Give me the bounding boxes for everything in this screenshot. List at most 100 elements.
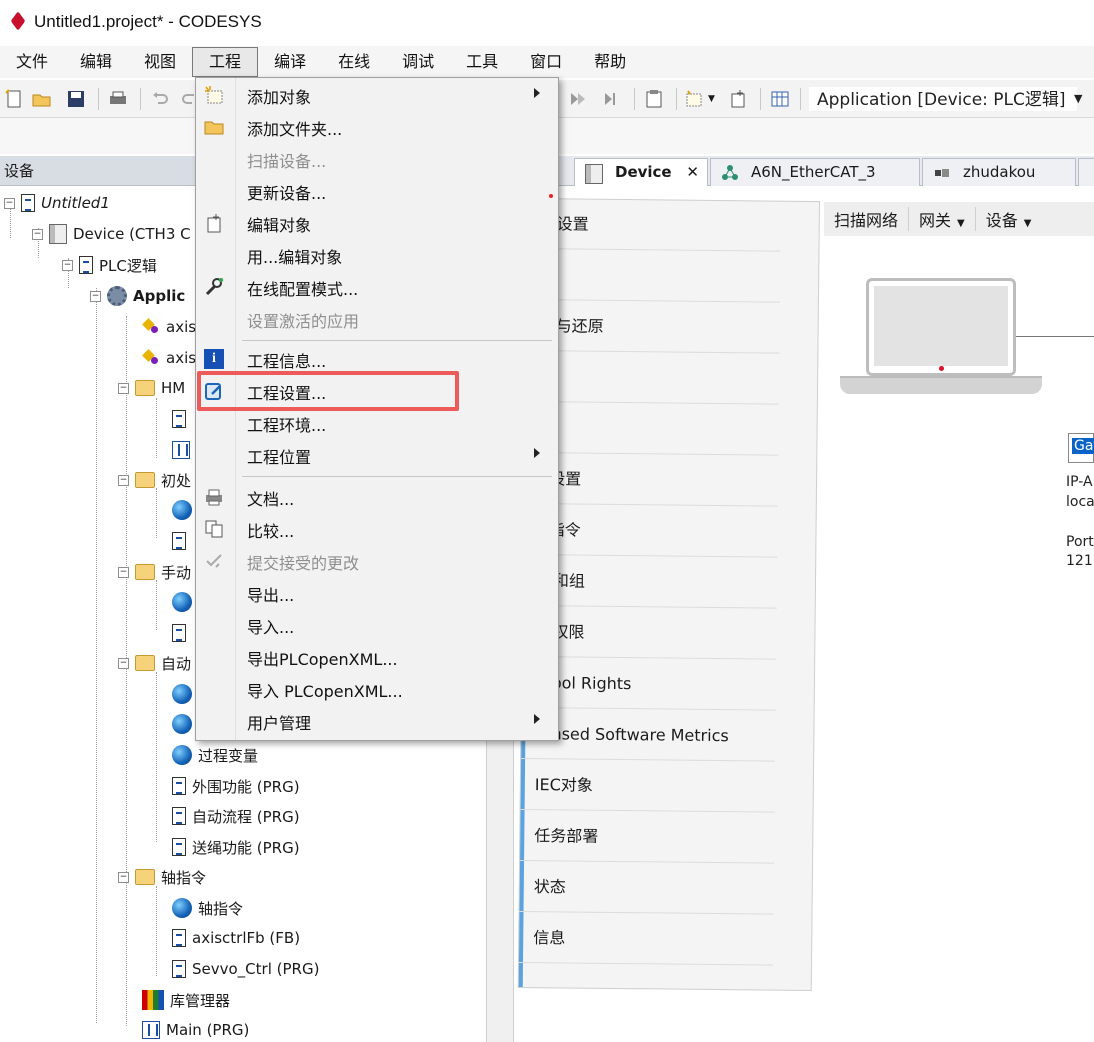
- tab-device[interactable]: Device ✕: [574, 158, 708, 186]
- close-icon[interactable]: ✕: [686, 159, 699, 185]
- menu-item-edit-object-with[interactable]: 用...编辑对象: [196, 240, 558, 270]
- collapse-icon[interactable]: −: [90, 290, 101, 302]
- scan-network-button[interactable]: 扫描网络: [824, 207, 910, 231]
- menu-edit[interactable]: 编辑: [64, 47, 128, 77]
- settings-item[interactable]: 件: [524, 352, 780, 405]
- menu-help[interactable]: 帮助: [578, 47, 642, 77]
- tree-node-axis[interactable]: axis: [142, 313, 196, 341]
- settings-item[interactable]: 问权限: [522, 606, 777, 660]
- tree-node-pou[interactable]: 送绳功能 (PRG): [172, 833, 300, 861]
- settings-item[interactable]: 任务部署: [520, 810, 775, 864]
- settings-item[interactable]: C指令: [523, 504, 778, 558]
- menu-item-add-folder[interactable]: 添加文件夹...: [196, 112, 558, 142]
- tree-node-main[interactable]: Main (PRG): [142, 1016, 249, 1042]
- menu-view[interactable]: 视图: [128, 47, 192, 77]
- open-folder-icon[interactable]: [32, 89, 52, 109]
- settings-item[interactable]: 志: [524, 402, 779, 456]
- tab-overflow[interactable]: [1078, 158, 1094, 186]
- settings-item[interactable]: 份与还原: [525, 301, 780, 354]
- collapse-icon[interactable]: −: [118, 474, 129, 486]
- tab-a6n-ethercat[interactable]: A6N_EtherCAT_3: [710, 158, 920, 186]
- tree-node-pou[interactable]: Sevvo_Ctrl (PRG): [172, 955, 319, 983]
- menu-item-export[interactable]: 导出...: [196, 578, 558, 608]
- gateway-dropdown[interactable]: 网关 ▼: [909, 207, 976, 231]
- breakpoint-icon[interactable]: [568, 89, 588, 109]
- menu-debug[interactable]: 调试: [386, 47, 450, 77]
- active-application-select[interactable]: Application [Device: PLC逻辑]: [808, 86, 1078, 112]
- new-file-icon[interactable]: [4, 89, 24, 109]
- chevron-down-icon[interactable]: ▼: [708, 94, 715, 104]
- settings-item[interactable]: 用: [525, 250, 781, 303]
- tree-node-folder-auto[interactable]: − 自动: [118, 649, 191, 677]
- tree-node-pou[interactable]: 自动流程 (PRG): [172, 802, 300, 830]
- settings-item[interactable]: 状态: [519, 861, 775, 915]
- menu-project[interactable]: 工程: [192, 47, 259, 77]
- menu-file[interactable]: 文件: [0, 47, 64, 77]
- collapse-icon[interactable]: −: [62, 259, 73, 271]
- settings-item[interactable]: 信息: [518, 912, 774, 966]
- gateway-name-field[interactable]: Gat: [1068, 433, 1094, 463]
- tree-node-pou[interactable]: [172, 405, 192, 433]
- collapse-icon[interactable]: −: [4, 197, 15, 209]
- tree-node-gvl[interactable]: 轴指令: [172, 894, 243, 922]
- grid-icon[interactable]: [770, 89, 790, 109]
- menu-item-project-location[interactable]: 工程位置: [196, 440, 558, 470]
- menu-tools[interactable]: 工具: [450, 47, 514, 77]
- step-icon[interactable]: [602, 89, 622, 109]
- menu-item-update-device[interactable]: 更新设备...: [196, 176, 558, 206]
- chevron-down-icon[interactable]: ▼: [1074, 92, 1082, 105]
- menu-item-documentation[interactable]: 文档...: [196, 482, 558, 512]
- menu-online[interactable]: 在线: [322, 47, 386, 77]
- undo-icon[interactable]: [150, 89, 170, 109]
- settings-item[interactable]: mbol Rights: [521, 657, 777, 711]
- menu-item-export-plcopenxml[interactable]: 导出PLCopenXML...: [196, 642, 558, 672]
- menu-item-project-environment[interactable]: 工程环境...: [196, 408, 558, 438]
- menu-item-import[interactable]: 导入...: [196, 610, 558, 640]
- print-icon[interactable]: [108, 89, 128, 109]
- menu-item-import-plcopenxml[interactable]: 导入 PLCopenXML...: [196, 674, 558, 704]
- tree-node-pou[interactable]: [172, 527, 192, 555]
- tree-node-folder-init[interactable]: − 初处: [118, 466, 191, 494]
- settings-item[interactable]: C设置: [523, 453, 779, 507]
- tree-node-folder-hm[interactable]: − HM: [118, 374, 185, 402]
- settings-item[interactable]: IEC对象: [520, 759, 776, 813]
- tree-node-gvl[interactable]: 过程变量: [172, 741, 258, 769]
- menu-item-scan-devices[interactable]: 扫描设备...: [196, 144, 558, 174]
- device-dropdown[interactable]: 设备 ▼: [976, 207, 1042, 231]
- collapse-icon[interactable]: −: [118, 382, 129, 394]
- settings-item[interactable]: 信设置: [526, 199, 781, 252]
- edit-object-toolbar-icon[interactable]: [728, 89, 748, 109]
- settings-item[interactable]: tensed Software Metrics: [521, 708, 776, 762]
- menu-window[interactable]: 窗口: [514, 47, 578, 77]
- tree-node-axis[interactable]: axis: [142, 344, 196, 372]
- collapse-icon[interactable]: −: [118, 871, 129, 883]
- save-icon[interactable]: [66, 89, 86, 109]
- tree-node-folder-manual[interactable]: − 手动: [118, 558, 191, 586]
- menu-item-project-information[interactable]: i 工程信息...: [196, 344, 558, 374]
- menu-item-edit-object[interactable]: 编辑对象: [196, 208, 558, 238]
- tree-node-pou[interactable]: 外围功能 (PRG): [172, 772, 300, 800]
- menu-item-user-management[interactable]: 用户管理: [196, 706, 558, 736]
- tree-node-library-manager[interactable]: 库管理器: [142, 986, 230, 1014]
- add-object-toolbar-icon[interactable]: [684, 89, 704, 109]
- tree-node-pou[interactable]: [172, 619, 192, 647]
- tab-zhudakou[interactable]: zhudakou: [922, 158, 1076, 186]
- menu-item-set-active-application[interactable]: 设置激活的应用: [196, 304, 558, 334]
- collapse-icon[interactable]: −: [118, 566, 129, 578]
- menu-item-online-config-mode[interactable]: 在线配置模式...: [196, 272, 558, 302]
- menu-item-commit-accepted-changes[interactable]: 提交接受的更改: [196, 546, 558, 576]
- settings-item[interactable]: 户和组: [522, 555, 778, 609]
- clipboard-icon[interactable]: [644, 89, 664, 109]
- tree-node-device[interactable]: − Device (CTH3 C: [32, 220, 191, 248]
- menu-build[interactable]: 编译: [258, 47, 322, 77]
- collapse-icon[interactable]: −: [32, 228, 43, 240]
- tree-node-folder-axis[interactable]: − 轴指令: [118, 863, 206, 891]
- tree-node-application[interactable]: − Applic: [90, 282, 185, 310]
- menu-item-compare[interactable]: 比较...: [196, 514, 558, 544]
- tree-node-plc-logic[interactable]: − PLC逻辑: [62, 251, 157, 279]
- menu-item-add-object[interactable]: 添加对象: [196, 80, 558, 110]
- tree-node-ladder[interactable]: [172, 436, 196, 464]
- collapse-icon[interactable]: −: [118, 657, 129, 669]
- tree-node-project[interactable]: − Untitled1: [4, 189, 110, 217]
- tree-node-pou[interactable]: axisctrlFb (FB): [172, 924, 300, 952]
